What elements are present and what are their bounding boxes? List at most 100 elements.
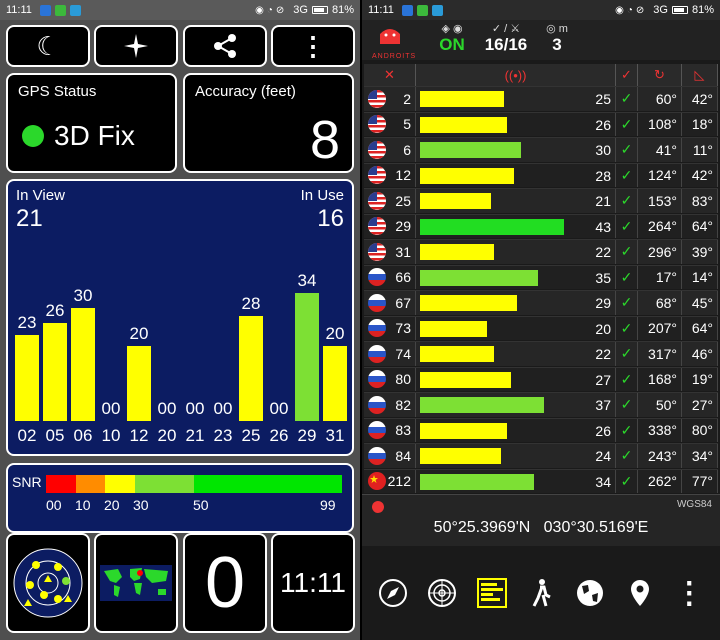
sky-radar-button[interactable] bbox=[6, 533, 90, 633]
azimuth-col-icon[interactable]: ↻ bbox=[638, 64, 682, 86]
system-icons: ◉◔⊘ bbox=[615, 4, 648, 16]
snr-value: 26 bbox=[595, 116, 611, 133]
signal-bars-tool-button[interactable] bbox=[475, 576, 509, 610]
more-vertical-icon: ⋮ bbox=[674, 576, 705, 610]
elevation-value: 18° bbox=[682, 112, 718, 137]
battery-icon bbox=[671, 6, 688, 14]
bottom-toolbar: ⋮ bbox=[362, 546, 720, 640]
satellite-col-icon[interactable]: ✕ bbox=[364, 64, 416, 86]
used-check-icon: ✓ bbox=[616, 418, 638, 443]
used-check-icon: ✓ bbox=[616, 367, 638, 392]
snr-legend-card: SNR 00 10 20 30 50 99 bbox=[6, 463, 354, 533]
snr-bar-value: 28 bbox=[241, 294, 261, 313]
radar-tool-button[interactable] bbox=[425, 576, 459, 610]
snr-cell: 21 bbox=[416, 189, 616, 213]
elevation-col-icon[interactable]: ◺ bbox=[682, 64, 718, 86]
prn-value: 2 bbox=[403, 90, 411, 107]
table-row[interactable]: 2 25 ✓ 60° 42° bbox=[364, 86, 718, 111]
used-col-icon[interactable]: ✓ bbox=[616, 64, 638, 86]
snr-value: 29 bbox=[595, 295, 611, 311]
snr-bar bbox=[420, 244, 494, 260]
overflow-menu-button[interactable]: ⋮ bbox=[672, 576, 706, 610]
table-row[interactable]: 25 21 ✓ 153° 83° bbox=[364, 188, 718, 213]
radar-grid-icon bbox=[428, 579, 457, 607]
compass-button[interactable] bbox=[94, 25, 178, 67]
snr-bar-value: 34 bbox=[297, 271, 317, 290]
elevation-value: 34° bbox=[682, 444, 718, 468]
azimuth-value: 264° bbox=[638, 214, 682, 239]
table-row[interactable]: 66 35 ✓ 17° 14° bbox=[364, 264, 718, 290]
table-row[interactable]: 29 43 ✓ 264° 64° bbox=[364, 213, 718, 239]
compass-tool-button[interactable] bbox=[376, 576, 410, 610]
target-icon: ◎ m bbox=[546, 23, 568, 35]
prn-value: 66 bbox=[395, 269, 411, 286]
satellite-id-cell: 6 bbox=[364, 138, 416, 162]
m-indicator: ◎ m 3 bbox=[542, 22, 572, 55]
used-check-icon: ✓ bbox=[616, 87, 638, 111]
walking-person-icon bbox=[532, 579, 551, 607]
app-notification-icon bbox=[401, 4, 413, 16]
snr-tick: 20 bbox=[104, 497, 120, 513]
table-row[interactable]: 6 30 ✓ 41° 11° bbox=[364, 137, 718, 162]
world-map-button[interactable] bbox=[94, 533, 178, 633]
snr-cell: 26 bbox=[416, 418, 616, 443]
elevation-value: 19° bbox=[682, 367, 718, 392]
in-view-label: In View bbox=[16, 187, 65, 204]
snr-bar bbox=[420, 142, 521, 158]
used-check-icon: ✓ bbox=[616, 316, 638, 341]
prn-value: 212 bbox=[387, 473, 411, 490]
elevation-value: 80° bbox=[682, 418, 718, 443]
table-row[interactable]: 82 37 ✓ 50° 27° bbox=[364, 392, 718, 417]
walk-tool-button[interactable] bbox=[524, 576, 558, 610]
snr-bar-value: 30 bbox=[73, 286, 93, 305]
more-options-button[interactable]: ⋮ bbox=[271, 25, 355, 67]
position-footer: WGS84 50°25.3969'N 030°30.5169'E bbox=[362, 494, 720, 546]
globe-tool-button[interactable] bbox=[573, 576, 607, 610]
snr-bar bbox=[420, 116, 507, 133]
snr-bar bbox=[420, 269, 538, 286]
radar-icon bbox=[13, 548, 83, 618]
table-row[interactable]: 31 22 ✓ 296° 39° bbox=[364, 239, 718, 264]
us-flag-icon bbox=[368, 115, 386, 134]
snr-tick: 99 bbox=[320, 497, 336, 513]
elevation-value: 83° bbox=[682, 189, 718, 213]
ru-flag-icon bbox=[368, 344, 386, 363]
snr-bar bbox=[420, 167, 514, 184]
snr-bar-value: 23 bbox=[17, 313, 37, 332]
location-tool-button[interactable] bbox=[623, 576, 657, 610]
network-label: 3G bbox=[293, 4, 308, 16]
snr-cell: 25 bbox=[416, 87, 616, 111]
table-row[interactable]: 12 28 ✓ 124° 42° bbox=[364, 162, 718, 188]
snr-bar bbox=[420, 91, 504, 107]
table-row[interactable]: 73 20 ✓ 207° 64° bbox=[364, 315, 718, 341]
speed-display[interactable]: 0 bbox=[183, 533, 267, 633]
table-row[interactable]: 5 26 ✓ 108° 18° bbox=[364, 111, 718, 137]
table-row[interactable]: 74 22 ✓ 317° 46° bbox=[364, 341, 718, 366]
table-row[interactable]: 67 29 ✓ 68° 45° bbox=[364, 290, 718, 315]
table-row[interactable]: 84 24 ✓ 243° 34° bbox=[364, 443, 718, 468]
clock-display[interactable]: 11:11 bbox=[271, 533, 355, 633]
prn-value: 74 bbox=[395, 345, 411, 362]
share-button[interactable] bbox=[183, 25, 267, 67]
table-row[interactable]: 212 34 ✓ 262° 77° bbox=[364, 468, 718, 494]
compass-icon bbox=[378, 579, 407, 607]
azimuth-value: 68° bbox=[638, 291, 682, 315]
elevation-value: 46° bbox=[682, 342, 718, 366]
right-header: ANDROITS ◈ ◉ ON ✓ / ⚔ 16/16 ◎ m 3 bbox=[362, 20, 720, 60]
used-check-icon: ✓ bbox=[616, 240, 638, 264]
signal-col-icon[interactable]: ((•)) bbox=[416, 64, 616, 86]
night-mode-button[interactable]: ☾ bbox=[6, 25, 90, 67]
used-check-icon: ✓ bbox=[616, 342, 638, 366]
table-row[interactable]: 80 27 ✓ 168° 19° bbox=[364, 366, 718, 392]
elevation-value: 42° bbox=[682, 163, 718, 188]
elevation-value: 45° bbox=[682, 291, 718, 315]
elevation-value: 42° bbox=[682, 87, 718, 111]
us-flag-icon bbox=[368, 242, 386, 261]
prn-label: 05 bbox=[45, 426, 65, 445]
snr-value: 43 bbox=[595, 218, 611, 235]
satellite-id-cell: 82 bbox=[364, 393, 416, 417]
snr-value: 26 bbox=[595, 422, 611, 439]
table-row[interactable]: 83 26 ✓ 338° 80° bbox=[364, 417, 718, 443]
gps-status-card: GPS Status 3D Fix bbox=[6, 73, 177, 173]
speed-value: 0 bbox=[204, 543, 246, 623]
